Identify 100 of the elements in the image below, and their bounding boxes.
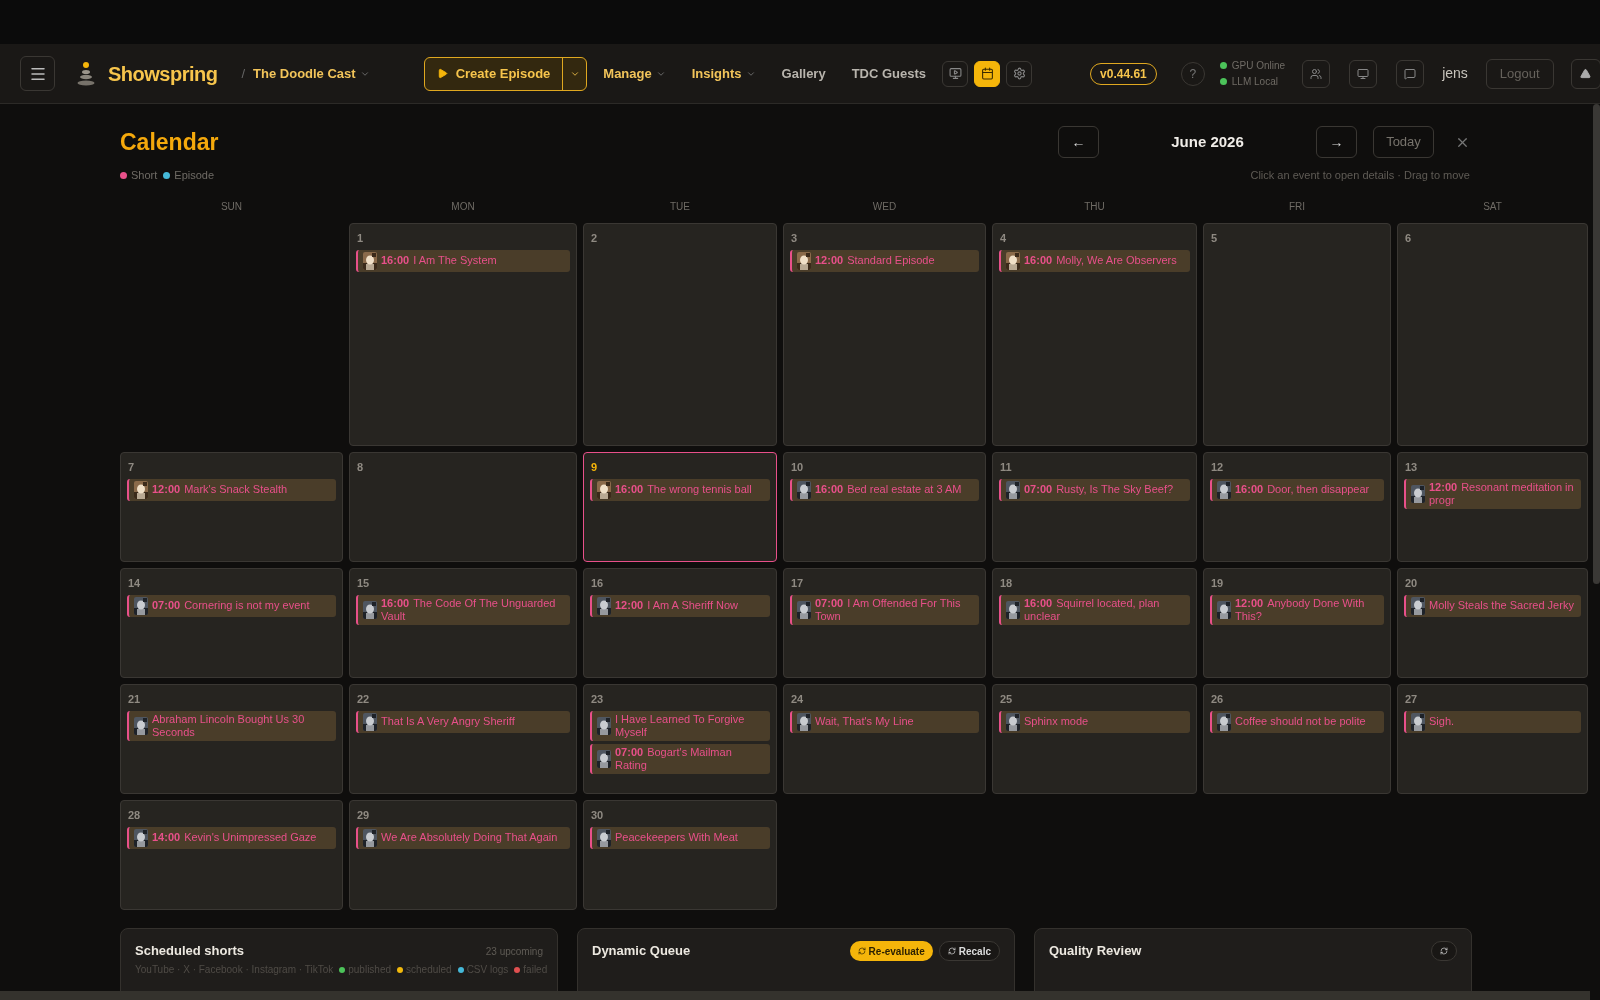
day-number: 30: [590, 808, 605, 823]
day-number: 26: [1210, 692, 1225, 707]
next-month-button[interactable]: →: [1316, 126, 1357, 158]
calendar-event[interactable]: Sphinx mode: [999, 710, 1190, 733]
day-cell[interactable]: 5: [1203, 223, 1391, 446]
calendar-event[interactable]: Coffee should not be polite: [1210, 710, 1384, 733]
day-cell[interactable]: 21 Abraham Lincoln Bought Us 30 Seconds: [120, 684, 343, 794]
calendar-event[interactable]: 12:00 Resonant meditation in progr: [1404, 478, 1581, 509]
calendar-event[interactable]: 12:00 I Am A Sheriff Now: [590, 594, 770, 617]
chat-button[interactable]: [1396, 59, 1425, 88]
day-cell[interactable]: 7 12:00 Mark's Snack Stealth: [120, 452, 343, 562]
day-cell[interactable]: 15 16:00 The Code Of The Unguarded Vault: [349, 568, 577, 678]
menu-button[interactable]: [20, 56, 55, 91]
calendar-view-button[interactable]: [974, 60, 1001, 87]
video-view-button[interactable]: [942, 60, 969, 87]
day-number: 28: [127, 808, 142, 823]
refresh-icon: [857, 947, 866, 955]
action-button[interactable]: Re-evaluate: [849, 941, 933, 961]
calendar-event[interactable]: Wait, That's My Line: [790, 710, 979, 733]
day-number: 27: [1404, 692, 1419, 707]
calendar-event[interactable]: 07:00 Bogart's Mailman Rating: [590, 743, 770, 774]
event-label: 16:00 The Code Of The Unguarded Vault: [381, 596, 557, 623]
day-cell[interactable]: 13 12:00 Resonant meditation in progr: [1397, 452, 1588, 562]
day-cell[interactable]: 24 Wait, That's My Line: [783, 684, 986, 794]
day-number: 3: [790, 231, 799, 246]
day-cell[interactable]: 25 Sphinx mode: [992, 684, 1197, 794]
nav-link[interactable]: Insights: [691, 63, 756, 84]
event-label: 16:00 I Am The System: [381, 254, 497, 267]
day-cell[interactable]: 19 12:00 Anybody Done With This?: [1203, 568, 1391, 678]
horizontal-scrollbar[interactable]: [0, 991, 1590, 1000]
calendar-event[interactable]: 16:00 Door, then disappear: [1210, 478, 1384, 501]
event-label: 12:00 Mark's Snack Stealth: [152, 483, 288, 496]
day-cell[interactable]: 20 Molly Steals the Sacred Jerky: [1397, 568, 1588, 678]
event-label: 12:00 Standard Episode: [815, 254, 935, 267]
day-cell[interactable]: 12 16:00 Door, then disappear: [1203, 452, 1391, 562]
calendar-event[interactable]: 16:00 The Code Of The Unguarded Vault: [356, 594, 570, 625]
calendar-event[interactable]: 12:00 Anybody Done With This?: [1210, 594, 1384, 625]
calendar-event[interactable]: We Are Absolutely Doing That Again: [356, 826, 570, 849]
today-button[interactable]: Today: [1373, 126, 1434, 158]
day-cell[interactable]: 1 16:00 I Am The System: [349, 223, 577, 446]
day-cell[interactable]: 14 07:00 Cornering is not my event: [120, 568, 343, 678]
nav-link[interactable]: Manage: [603, 63, 666, 84]
day-cell[interactable]: 16 12:00 I Am A Sheriff Now: [583, 568, 777, 678]
day-cell[interactable]: 18 16:00 Squirrel located, plan unclear: [992, 568, 1197, 678]
day-cell[interactable]: 9 16:00 The wrong tennis ball: [583, 452, 777, 562]
refresh-button[interactable]: [1431, 941, 1457, 961]
day-cell[interactable]: 10 16:00 Bed real estate at 3 AM: [783, 452, 986, 562]
logout-button[interactable]: Logout: [1485, 58, 1554, 89]
nav-link[interactable]: Gallery: [781, 63, 826, 84]
previous-month-button[interactable]: ←: [1058, 126, 1099, 158]
day-cell[interactable]: 6: [1397, 223, 1588, 446]
gear-icon: [1012, 67, 1026, 80]
nav-link[interactable]: TDC Guests: [851, 63, 927, 84]
day-cell[interactable]: 3 12:00 Standard Episode: [783, 223, 986, 446]
vertical-scrollbar[interactable]: [1593, 104, 1600, 584]
weekday-label: SUN: [219, 200, 244, 214]
day-cell[interactable]: 2: [583, 223, 777, 446]
calendar-event[interactable]: 07:00 Rusty, Is The Sky Beef?: [999, 478, 1190, 501]
day-number: 25: [999, 692, 1014, 707]
day-cell[interactable]: 29 We Are Absolutely Doing That Again: [349, 800, 577, 910]
day-cell[interactable]: 28 14:00 Kevin's Unimpressed Gaze: [120, 800, 343, 910]
show-selector[interactable]: The Doodle Cast: [253, 63, 370, 84]
monitor-icon: [1357, 67, 1370, 80]
calendar-event[interactable]: 07:00 Cornering is not my event: [127, 594, 336, 617]
event-label: I Have Learned To Forgive Myself: [615, 712, 746, 739]
calendar-event[interactable]: Molly Steals the Sacred Jerky: [1404, 594, 1581, 617]
calendar-event[interactable]: 12:00 Mark's Snack Stealth: [127, 478, 336, 501]
video-icon: [948, 67, 962, 80]
day-number: 4: [999, 231, 1008, 246]
calendar-event[interactable]: Sigh.: [1404, 710, 1581, 733]
event-label: 12:00 I Am A Sheriff Now: [615, 599, 739, 612]
calendar-event[interactable]: 16:00 Squirrel located, plan unclear: [999, 594, 1190, 625]
monitor-button[interactable]: [1349, 59, 1378, 88]
calendar-event[interactable]: 07:00 I Am Offended For This Town: [790, 594, 979, 625]
calendar-event[interactable]: 16:00 The wrong tennis ball: [590, 478, 770, 501]
calendar-event[interactable]: I Have Learned To Forgive Myself: [590, 710, 770, 741]
calendar-event[interactable]: 16:00 Molly, We Are Observers: [999, 249, 1190, 272]
action-button[interactable]: Recalc: [938, 941, 1000, 961]
users-button[interactable]: [1302, 59, 1331, 88]
day-cell[interactable]: 4 16:00 Molly, We Are Observers: [992, 223, 1197, 446]
event-label: 16:00 Squirrel located, plan unclear: [1024, 596, 1161, 623]
day-cell[interactable]: 26 Coffee should not be polite: [1203, 684, 1391, 794]
calendar-event[interactable]: 16:00 I Am The System: [356, 249, 570, 272]
day-cell[interactable]: 11 07:00 Rusty, Is The Sky Beef?: [992, 452, 1197, 562]
event-label: 14:00 Kevin's Unimpressed Gaze: [152, 831, 317, 844]
day-cell[interactable]: 17 07:00 I Am Offended For This Town: [783, 568, 986, 678]
calendar-event[interactable]: That Is A Very Angry Sheriff: [356, 710, 570, 733]
day-cell[interactable]: 30 Peacekeepers With Meat: [583, 800, 777, 910]
day-cell[interactable]: 23 I Have Learned To Forgive Myself 07:00 Bogart's Mailman Rating: [583, 684, 777, 794]
gear-view-button[interactable]: [1006, 60, 1033, 87]
calendar-event[interactable]: 12:00 Standard Episode: [790, 249, 979, 272]
calendar-event[interactable]: Abraham Lincoln Bought Us 30 Seconds: [127, 710, 336, 741]
panel-title: Scheduled shorts: [135, 942, 245, 961]
day-cell[interactable]: 22 That Is A Very Angry Sheriff: [349, 684, 577, 794]
day-cell[interactable]: 8: [349, 452, 577, 562]
day-cell[interactable]: 27 Sigh.: [1397, 684, 1588, 794]
calendar-event[interactable]: Peacekeepers With Meat: [590, 826, 770, 849]
calendar-event[interactable]: 14:00 Kevin's Unimpressed Gaze: [127, 826, 336, 849]
event-label: We Are Absolutely Doing That Again: [381, 831, 558, 844]
calendar-event[interactable]: 16:00 Bed real estate at 3 AM: [790, 478, 979, 501]
